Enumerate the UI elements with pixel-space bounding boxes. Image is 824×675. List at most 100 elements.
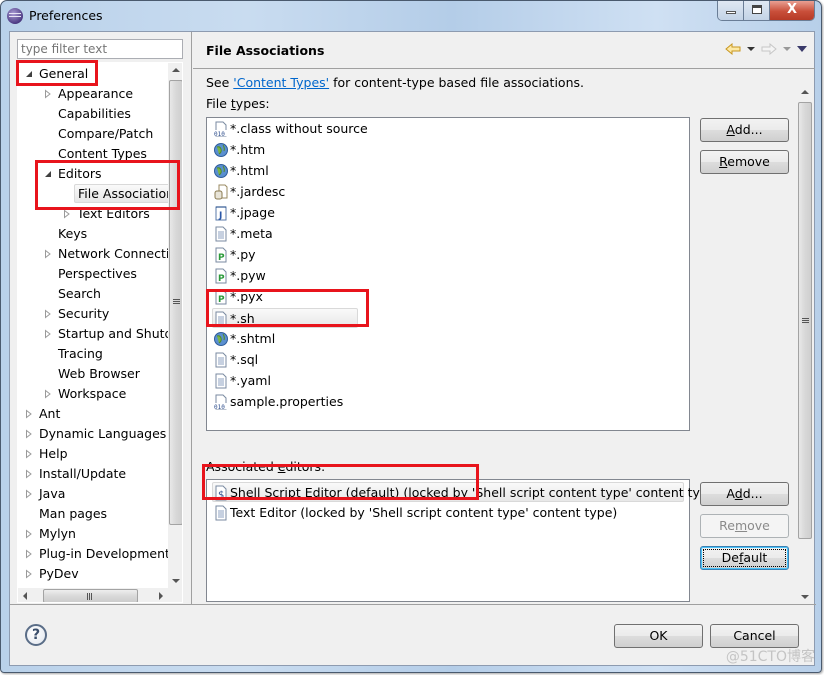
tree-item[interactable]: Perspectives <box>18 264 168 284</box>
tree-item[interactable]: Web Browser <box>18 364 168 384</box>
tree-hscroll-thumb[interactable] <box>43 589 138 602</box>
preference-tree: General Appearance Capabilities Compare/Pat… <box>17 62 183 603</box>
collapsed-triangle-icon[interactable] <box>44 389 52 399</box>
content-types-link[interactable]: 'Content Types' <box>233 75 329 90</box>
editor-add-button[interactable]: Add... <box>700 482 789 506</box>
tree-item[interactable]: Mylyn <box>18 524 168 544</box>
back-arrow-icon[interactable] <box>725 43 741 55</box>
svg-text:P: P <box>218 274 225 284</box>
tree-item[interactable]: Network Connections <box>18 244 168 264</box>
jar-icon <box>213 184 229 200</box>
scroll-left-arrow-icon[interactable] <box>23 592 27 600</box>
collapsed-triangle-icon[interactable] <box>44 249 52 259</box>
java-page-icon: J <box>213 205 229 221</box>
file-type-item[interactable]: *.sh <box>212 308 358 328</box>
file-type-name: *.jardesc <box>230 184 286 199</box>
tree-item-label: Keys <box>58 226 88 241</box>
collapsed-triangle-icon[interactable] <box>25 449 33 459</box>
tree-item[interactable]: Text Editors <box>18 204 168 224</box>
title-bar[interactable]: Preferences X <box>1 1 821 31</box>
view-menu-icon[interactable] <box>797 46 807 52</box>
ok-button[interactable]: OK <box>614 624 703 648</box>
tree-item[interactable]: Startup and Shutdown <box>18 324 168 344</box>
minimize-button[interactable] <box>718 1 744 20</box>
tree-item[interactable]: Capabilities <box>18 104 168 124</box>
back-history-dropdown-icon[interactable] <box>747 47 755 51</box>
tree-horizontal-scrollbar[interactable] <box>18 588 168 602</box>
maximize-button[interactable] <box>744 1 770 20</box>
cancel-button[interactable]: Cancel <box>710 624 799 648</box>
collapsed-triangle-icon[interactable] <box>44 329 52 339</box>
collapsed-triangle-icon[interactable] <box>25 529 33 539</box>
filter-input[interactable] <box>17 39 183 59</box>
tree-item[interactable]: Ant <box>18 404 168 424</box>
editor-remove-button[interactable]: Remove <box>700 514 789 538</box>
tree-item[interactable]: Search <box>18 284 168 304</box>
tree-item[interactable]: Install/Update <box>18 464 168 484</box>
dialog-client: General Appearance Capabilities Compare/Pat… <box>9 31 816 666</box>
globe-icon <box>213 163 229 179</box>
page-scroll-thumb[interactable] <box>798 102 812 539</box>
tree-item[interactable]: File Associations <box>18 184 168 204</box>
editor-item[interactable]: $ Shell Script Editor (default) (locked b… <box>212 482 720 502</box>
tree-scroll-thumb[interactable] <box>169 80 182 525</box>
scroll-up-arrow-icon[interactable] <box>801 90 809 94</box>
tree-item-label: Help <box>39 446 68 461</box>
intro-text: See 'Content Types' for content-type bas… <box>206 75 584 90</box>
tree-item-label: Security <box>58 306 110 321</box>
tree-item[interactable]: Workspace <box>18 384 168 404</box>
collapsed-triangle-icon[interactable] <box>25 469 33 479</box>
tree-item-label: Perspectives <box>58 266 137 281</box>
text-file-icon <box>213 226 229 242</box>
tree-item[interactable]: Help <box>18 444 168 464</box>
tree-item[interactable]: Java <box>18 484 168 504</box>
collapsed-triangle-icon[interactable] <box>25 549 33 559</box>
tree-item[interactable]: Keys <box>18 224 168 244</box>
svg-text:P: P <box>218 295 225 305</box>
help-icon[interactable]: ? <box>25 624 47 646</box>
tree-item[interactable]: Plug-in Development <box>18 544 168 564</box>
forward-history-dropdown-icon[interactable] <box>783 47 791 51</box>
file-type-name: *.html <box>230 163 269 178</box>
tree-item[interactable]: Man pages <box>18 504 168 524</box>
tree-item-label: Plug-in Development <box>39 546 168 561</box>
scroll-up-arrow-icon[interactable] <box>172 68 180 72</box>
editor-default-button[interactable]: Default <box>700 546 789 570</box>
file-type-add-button[interactable]: Add... <box>700 118 789 142</box>
tree-item[interactable]: Dynamic Languages <box>18 424 168 444</box>
tree-item[interactable]: Appearance <box>18 84 168 104</box>
expanded-triangle-icon[interactable] <box>25 69 33 79</box>
collapsed-triangle-icon[interactable] <box>44 309 52 319</box>
collapsed-triangle-icon[interactable] <box>25 409 33 419</box>
tree-item[interactable]: Tracing <box>18 344 168 364</box>
collapsed-triangle-icon[interactable] <box>25 569 33 579</box>
svg-text:P: P <box>218 253 225 263</box>
scroll-down-arrow-icon[interactable] <box>172 579 180 583</box>
collapsed-triangle-icon[interactable] <box>44 89 52 99</box>
tree-item-label: Text Editors <box>77 206 150 221</box>
collapsed-triangle-icon[interactable] <box>25 489 33 499</box>
text-file-icon <box>213 352 229 368</box>
tree-item[interactable]: Editors <box>18 164 168 184</box>
scroll-right-arrow-icon[interactable] <box>159 592 163 600</box>
text-file-icon <box>213 505 229 521</box>
tree-item[interactable]: Content Types <box>18 144 168 164</box>
page-vertical-scrollbar[interactable] <box>797 85 813 604</box>
collapsed-triangle-icon[interactable] <box>25 429 33 439</box>
file-type-remove-button[interactable]: Remove <box>700 150 789 174</box>
tree-vertical-scrollbar[interactable] <box>168 63 182 588</box>
page-content: See 'Content Types' for content-type bas… <box>193 69 815 604</box>
scroll-down-arrow-icon[interactable] <box>801 595 809 599</box>
tree-item[interactable]: General <box>18 64 168 84</box>
editor-name: Text Editor (locked by 'Shell script con… <box>230 505 618 520</box>
watermark: @51CTO博客 <box>725 649 815 665</box>
file-types-list[interactable]: 010 *.class without source *.htm *.html *.ja… <box>206 117 690 431</box>
close-button[interactable]: X <box>770 1 814 20</box>
tree-item[interactable]: Compare/Patch <box>18 124 168 144</box>
tree-item[interactable]: Security <box>18 304 168 324</box>
forward-arrow-icon[interactable] <box>761 43 777 55</box>
tree-item[interactable]: PyDev <box>18 564 168 584</box>
expanded-triangle-icon[interactable] <box>44 169 52 179</box>
collapsed-triangle-icon[interactable] <box>63 209 71 219</box>
associated-editors-list[interactable]: $ Shell Script Editor (default) (locked b… <box>206 479 720 602</box>
